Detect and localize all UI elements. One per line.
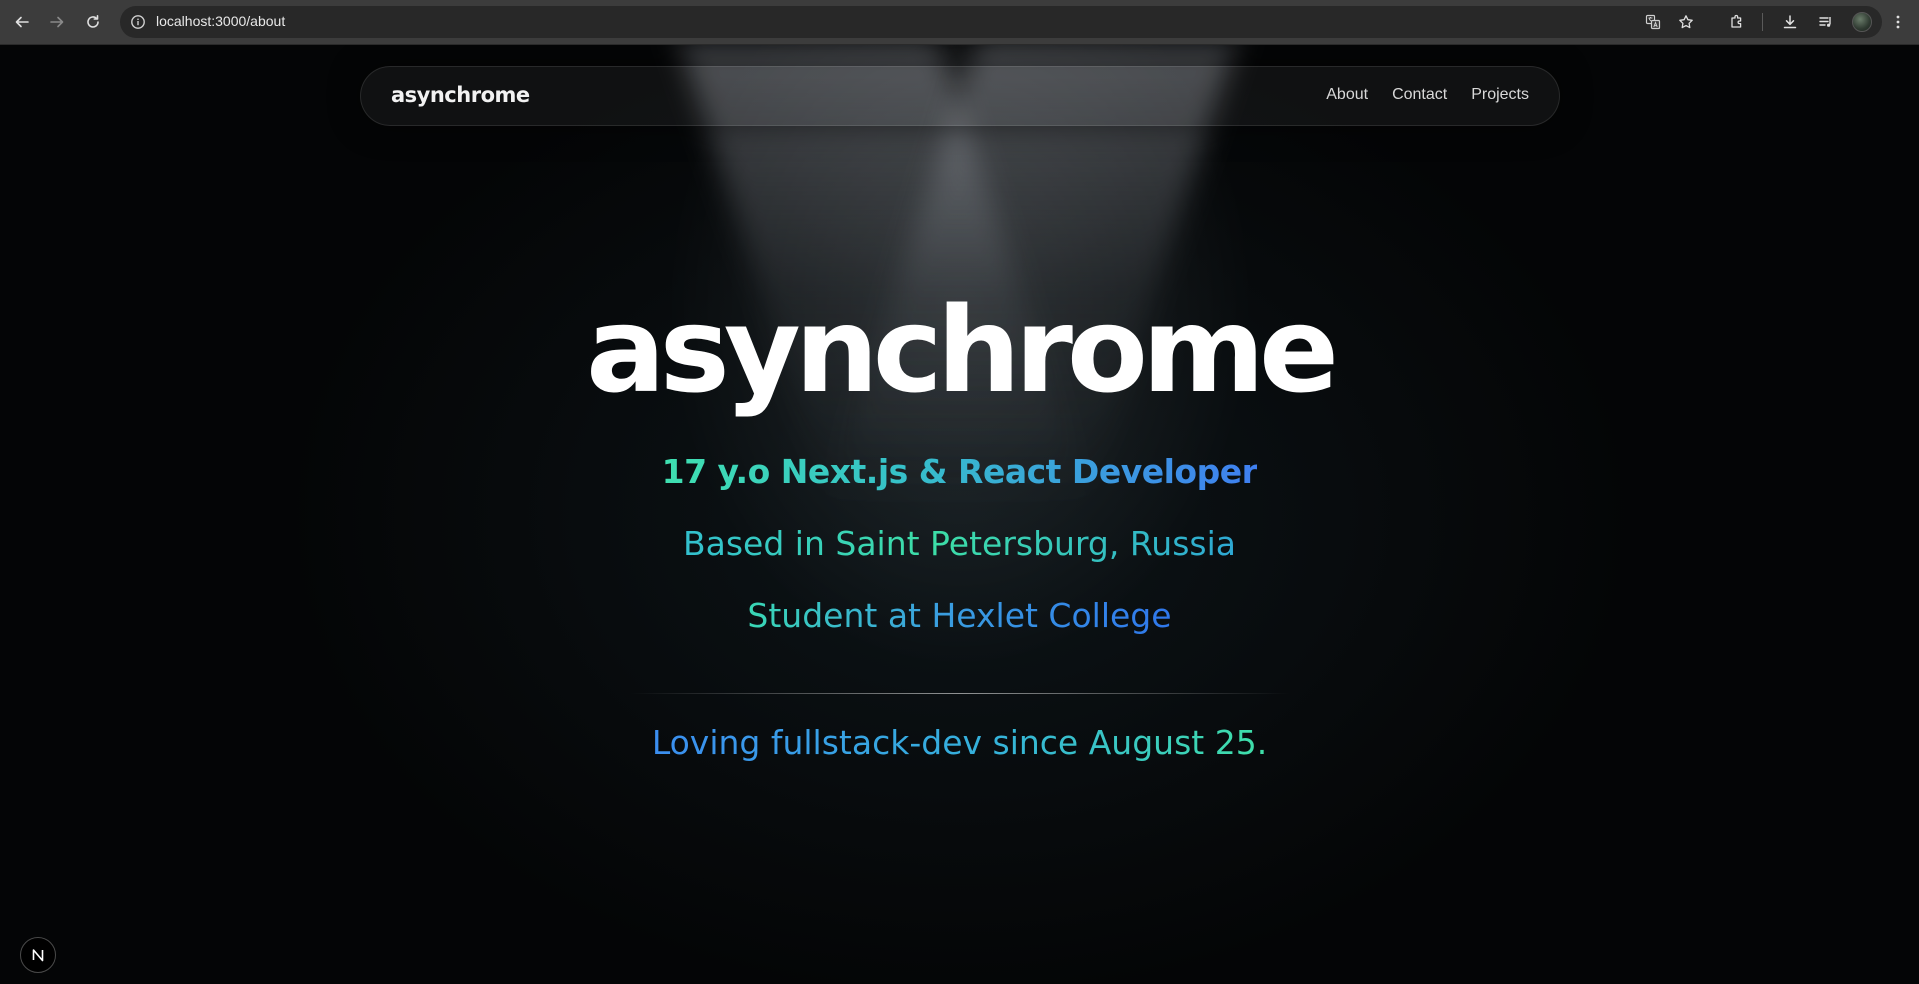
hero-education: Student at Hexlet College [0, 594, 1919, 638]
page-viewport: asynchrome About Contact Projects asynch… [0, 45, 1919, 984]
downloads-button[interactable] [1779, 11, 1801, 33]
browser-toolbar: localhost:3000/about [0, 0, 1919, 45]
location-text: Based in Saint Petersburg, Russia [683, 522, 1236, 566]
site-navbar: asynchrome About Contact Projects [360, 66, 1560, 126]
download-icon [1783, 15, 1797, 29]
nav-links: About Contact Projects [1326, 86, 1529, 104]
since-text: Loving fullstack-dev since August 25. [652, 721, 1267, 765]
hero-title: asynchrome [586, 281, 1339, 419]
forward-arrow-icon [50, 16, 64, 28]
address-bar[interactable]: localhost:3000/about [120, 6, 1882, 38]
nav-link-contact[interactable]: Contact [1392, 86, 1447, 104]
tagline-text: 17 y.o Next.js & React Developer [662, 450, 1258, 494]
back-button[interactable] [10, 10, 34, 34]
avatar[interactable] [1852, 12, 1872, 32]
media-control-button[interactable] [1815, 11, 1837, 33]
info-icon[interactable] [130, 14, 146, 30]
nav-link-about[interactable]: About [1326, 86, 1368, 104]
hero-tagline: 17 y.o Next.js & React Developer [0, 450, 1919, 494]
nextjs-icon [32, 949, 44, 962]
translate-icon [1645, 14, 1661, 30]
reload-button[interactable] [81, 10, 105, 34]
site-logo[interactable]: asynchrome [391, 83, 530, 107]
education-text: Student at Hexlet College [747, 594, 1171, 638]
reload-icon [87, 15, 99, 28]
media-queue-icon [1819, 17, 1831, 27]
extensions-button[interactable] [1726, 11, 1748, 33]
puzzle-icon [1731, 14, 1742, 28]
hero-location: Based in Saint Petersburg, Russia [0, 522, 1919, 566]
url-text[interactable]: localhost:3000/about [156, 13, 285, 29]
bookmark-button[interactable] [1675, 11, 1697, 33]
toolbar-separator [1762, 13, 1763, 31]
browser-menu-button[interactable] [1887, 11, 1909, 33]
back-arrow-icon [15, 16, 29, 28]
hero-since: Loving fullstack-dev since August 25. [0, 721, 1919, 765]
kebab-menu-icon [1896, 15, 1900, 29]
nav-link-projects[interactable]: Projects [1471, 86, 1529, 104]
hero-divider [630, 693, 1290, 694]
nextjs-dev-badge[interactable] [20, 937, 56, 973]
star-icon [1679, 15, 1693, 29]
translate-button[interactable] [1642, 11, 1664, 33]
forward-button[interactable] [45, 10, 69, 34]
